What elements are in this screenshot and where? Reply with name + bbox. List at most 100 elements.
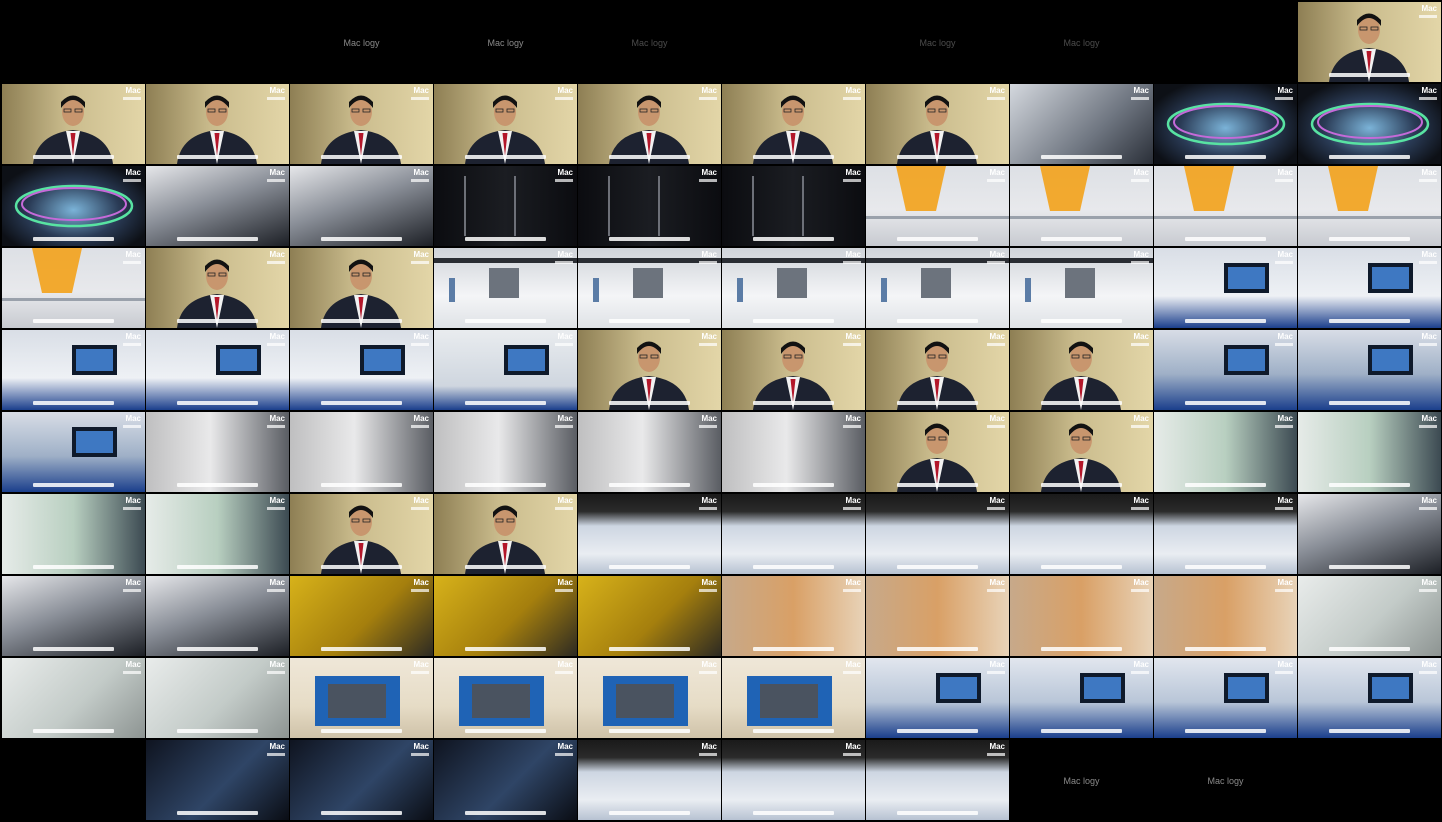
- logo-subline: [123, 179, 141, 182]
- subtitle-bar: [321, 155, 402, 159]
- channel-logo: Mac: [1267, 415, 1293, 429]
- video-frame-thumbnail: Mac: [434, 740, 577, 820]
- logo-subline: [555, 261, 573, 264]
- subtitle-bar: [1329, 237, 1410, 241]
- video-frame-thumbnail: Mac: [722, 248, 865, 328]
- logo-subline: [123, 343, 141, 346]
- channel-logo: Mac: [1267, 333, 1293, 347]
- channel-logo: Mac: [979, 415, 1005, 429]
- video-frame-thumbnail: Mac: [2, 330, 145, 410]
- logo-text: Mac: [1133, 86, 1149, 95]
- logo-subline: [1419, 97, 1437, 100]
- video-frame-thumbnail: [1154, 2, 1297, 82]
- video-frame-thumbnail: Mac: [578, 412, 721, 492]
- channel-logo: Mac: [115, 579, 141, 593]
- logo-subline: [843, 507, 861, 510]
- logo-subline: [987, 179, 1005, 182]
- video-frame-thumbnail: Mac: [578, 330, 721, 410]
- logo-subline: [411, 507, 429, 510]
- logo-text: Mac: [1133, 578, 1149, 587]
- logo-subline: [987, 261, 1005, 264]
- subtitle-bar: [177, 729, 258, 733]
- logo-text: Mac: [557, 660, 573, 669]
- watermark-text: Mac logy: [1063, 38, 1100, 48]
- video-frame-thumbnail: Mac: [146, 494, 289, 574]
- channel-logo: Mac: [691, 415, 717, 429]
- video-frame-thumbnail: Mac: [290, 740, 433, 820]
- logo-subline: [555, 671, 573, 674]
- channel-logo: Mac: [547, 579, 573, 593]
- logo-subline: [1131, 425, 1149, 428]
- logo-subline: [987, 507, 1005, 510]
- channel-logo: Mac: [547, 415, 573, 429]
- subtitle-bar: [177, 319, 258, 323]
- logo-subline: [699, 671, 717, 674]
- subtitle-bar: [1329, 647, 1410, 651]
- channel-logo: Mac: [1411, 415, 1437, 429]
- subtitle-bar: [609, 319, 690, 323]
- video-frame-thumbnail: Mac: [146, 576, 289, 656]
- video-frame-thumbnail: Mac: [866, 740, 1009, 820]
- video-frame-thumbnail: Mac logy: [1010, 740, 1153, 820]
- logo-text: Mac: [989, 578, 1005, 587]
- logo-text: Mac: [413, 332, 429, 341]
- video-frame-thumbnail: Mac: [1154, 412, 1297, 492]
- logo-subline: [555, 589, 573, 592]
- subtitle-bar: [753, 483, 834, 487]
- subtitle-bar: [1041, 647, 1122, 651]
- subtitle-bar: [177, 483, 258, 487]
- logo-subline: [843, 97, 861, 100]
- logo-subline: [699, 179, 717, 182]
- channel-logo: Mac: [403, 415, 429, 429]
- subtitle-bar: [897, 483, 978, 487]
- subtitle-bar: [609, 483, 690, 487]
- subtitle-bar: [33, 483, 114, 487]
- logo-subline: [411, 343, 429, 346]
- subtitle-bar: [1041, 237, 1122, 241]
- video-frame-thumbnail: Mac: [1010, 658, 1153, 738]
- channel-logo: Mac: [835, 497, 861, 511]
- channel-logo: Mac: [403, 87, 429, 101]
- video-frame-thumbnail: Mac: [722, 658, 865, 738]
- subtitle-bar: [1185, 401, 1266, 405]
- video-frame-thumbnail: [146, 2, 289, 82]
- video-frame-thumbnail: Mac: [290, 576, 433, 656]
- video-frame-thumbnail: Mac: [866, 576, 1009, 656]
- channel-logo: Mac: [1267, 169, 1293, 183]
- channel-logo: Mac: [1411, 497, 1437, 511]
- video-frame-thumbnail: Mac: [578, 576, 721, 656]
- video-frame-thumbnail: [722, 2, 865, 82]
- channel-logo: Mac: [691, 333, 717, 347]
- subtitle-bar: [897, 729, 978, 733]
- subtitle-bar: [321, 565, 402, 569]
- logo-text: Mac: [1277, 414, 1293, 423]
- logo-text: Mac: [989, 168, 1005, 177]
- logo-subline: [843, 261, 861, 264]
- video-frame-thumbnail: Mac: [866, 166, 1009, 246]
- video-frame-thumbnail: Mac logy: [434, 2, 577, 82]
- video-frame-thumbnail: Mac: [1298, 166, 1441, 246]
- logo-text: Mac: [989, 414, 1005, 423]
- logo-subline: [411, 97, 429, 100]
- video-frame-thumbnail: Mac: [722, 494, 865, 574]
- logo-text: Mac: [989, 86, 1005, 95]
- video-frame-thumbnail: Mac: [1010, 576, 1153, 656]
- subtitle-bar: [753, 155, 834, 159]
- subtitle-bar: [465, 483, 546, 487]
- channel-logo: Mac: [1267, 661, 1293, 675]
- logo-text: Mac: [413, 496, 429, 505]
- logo-text: Mac: [413, 742, 429, 751]
- channel-logo: Mac: [403, 333, 429, 347]
- logo-text: Mac: [413, 660, 429, 669]
- logo-text: Mac: [701, 168, 717, 177]
- video-frame-thumbnail: Mac: [1298, 330, 1441, 410]
- subtitle-bar: [753, 565, 834, 569]
- channel-logo: Mac: [691, 497, 717, 511]
- logo-subline: [411, 753, 429, 756]
- logo-subline: [411, 589, 429, 592]
- logo-text: Mac: [1133, 496, 1149, 505]
- logo-subline: [123, 671, 141, 674]
- video-frame-thumbnail: Mac: [1010, 330, 1153, 410]
- video-frame-thumbnail: Mac: [722, 740, 865, 820]
- video-frame-thumbnail: Mac logy: [290, 2, 433, 82]
